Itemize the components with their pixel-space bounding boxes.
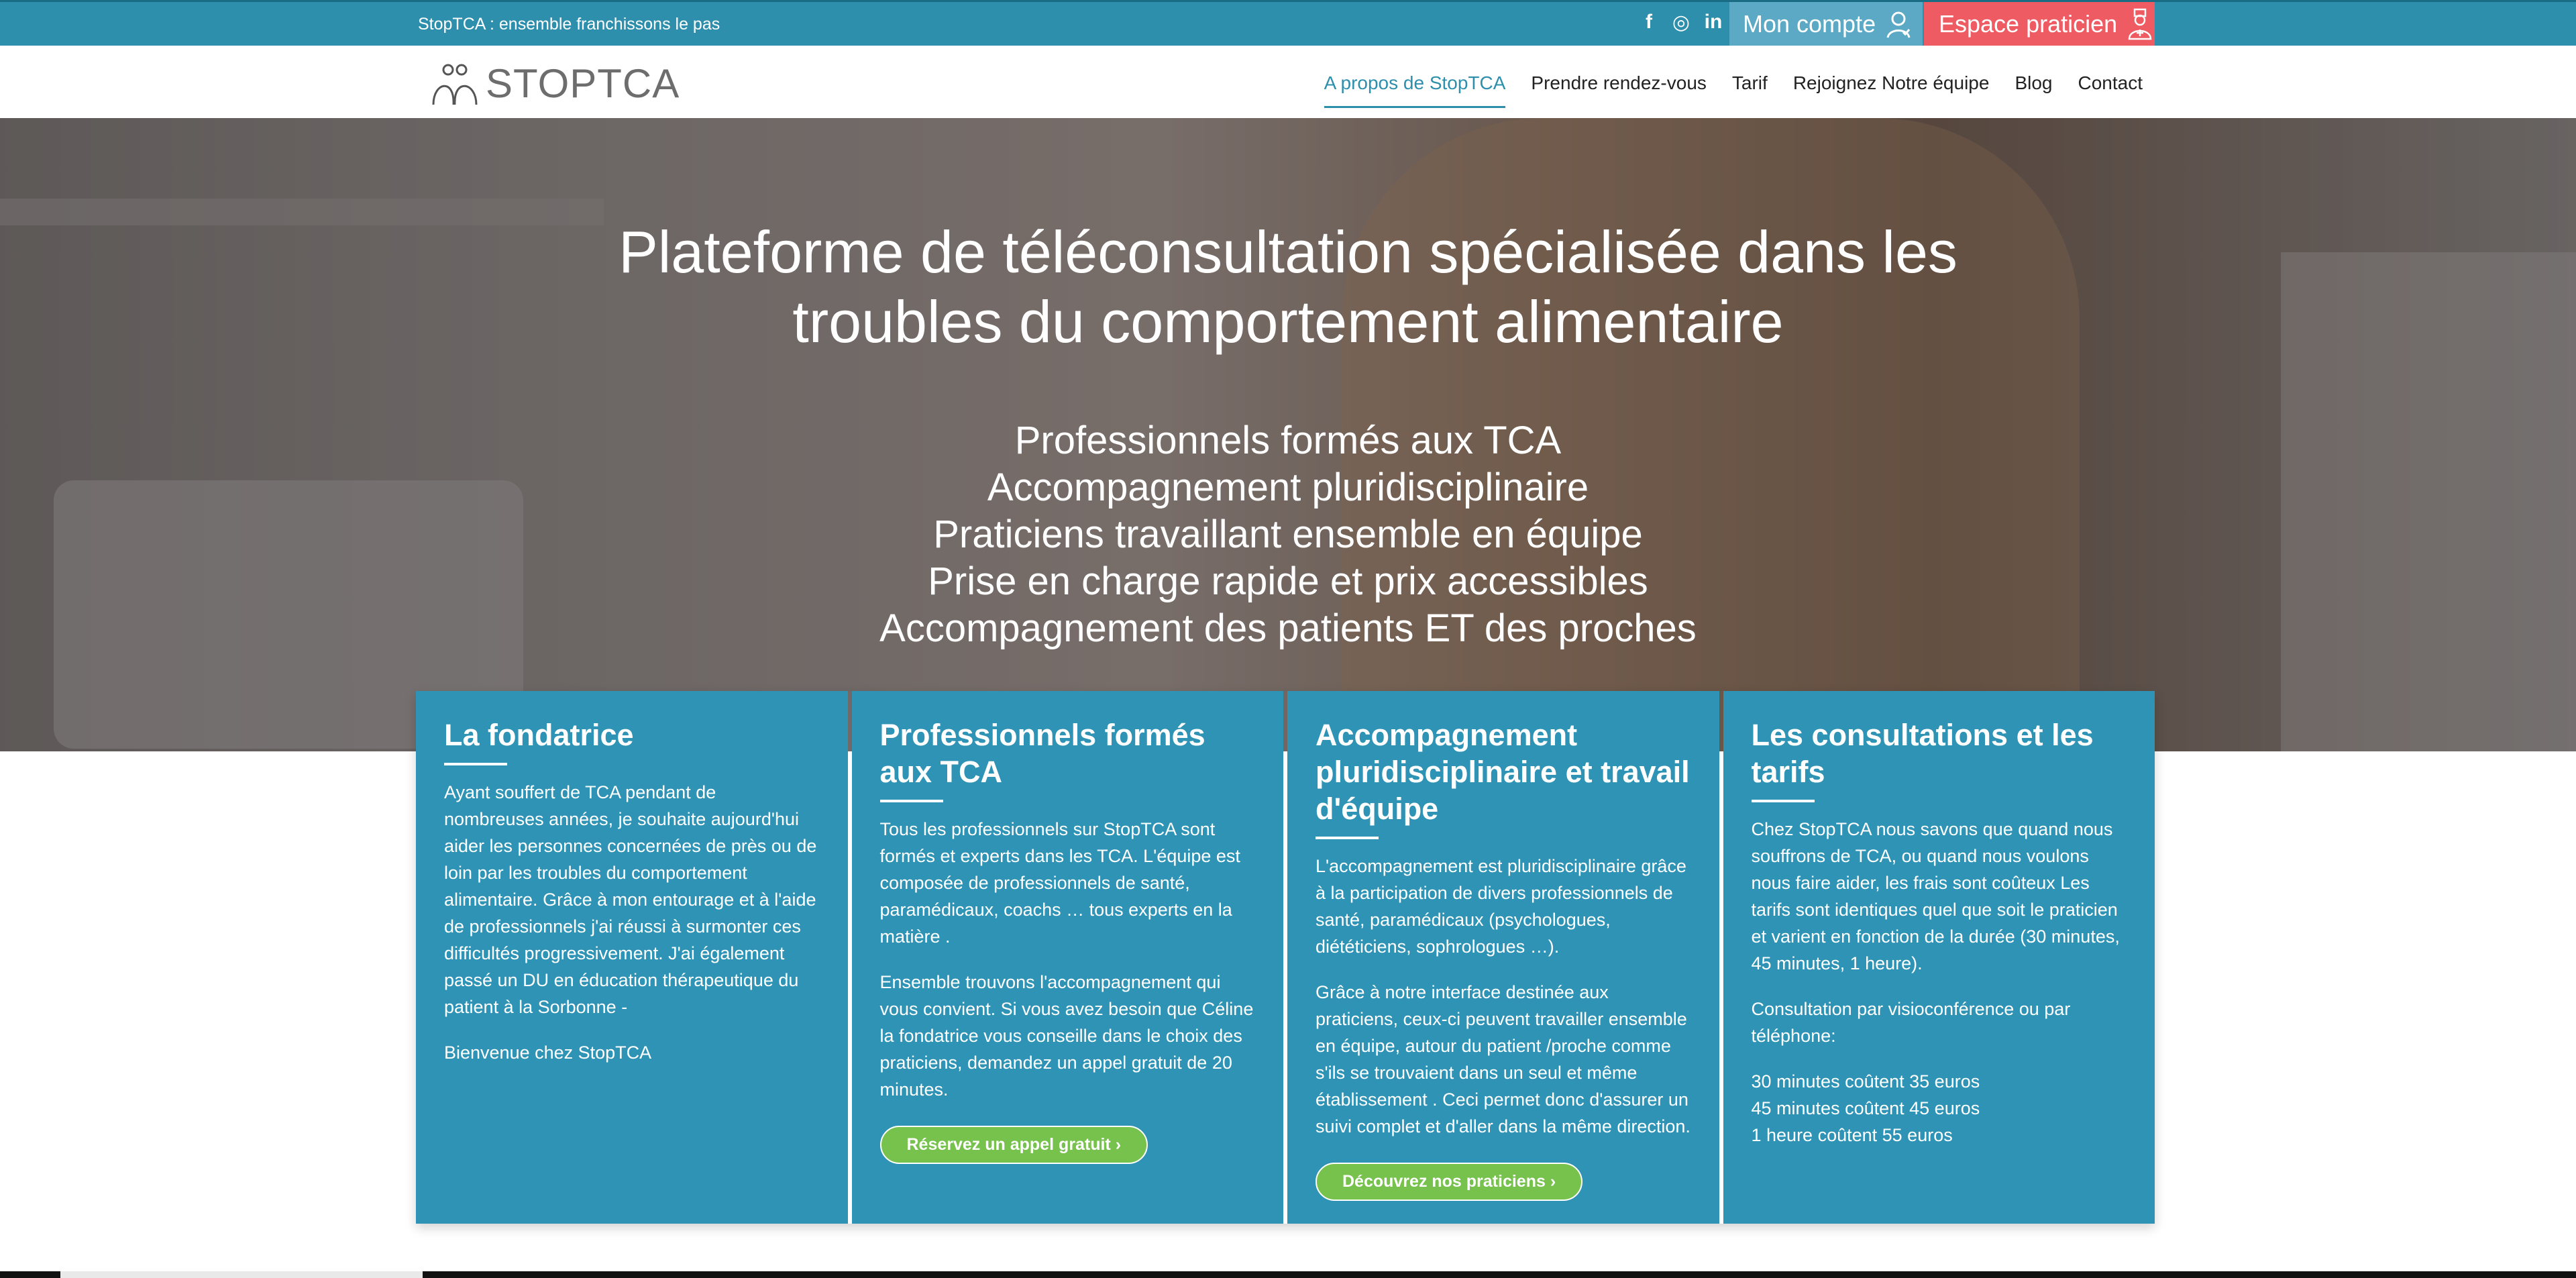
price-line: 30 minutes coûtent 35 euros xyxy=(1751,1071,1980,1091)
hero-title-line1: Plateforme de téléconsultation spécialis… xyxy=(619,219,1957,285)
nav-item-contact[interactable]: Contact xyxy=(2078,70,2143,108)
scrollbar-thumb[interactable] xyxy=(60,1271,423,1278)
title-underline xyxy=(1316,837,1379,839)
card-founder: La fondatrice Ayant souffert de TCA pend… xyxy=(416,691,848,1224)
site-header: STOPTCA A propos de StopTCA Prendre rend… xyxy=(0,46,2576,118)
hero-bullet: Accompagnement des patients ET des proch… xyxy=(879,606,1697,650)
nav-item-about[interactable]: A propos de StopTCA xyxy=(1324,70,1506,108)
hero-bullets: Professionnels formés aux TCA Accompagne… xyxy=(0,417,2576,652)
instagram-icon[interactable]: ◎ xyxy=(1669,10,1693,34)
hero-bullet: Prise en charge rapide et prix accessibl… xyxy=(928,560,1648,603)
card-multidisciplinary: Accompagnement pluridisciplinaire et tra… xyxy=(1287,691,1719,1224)
doctor-icon xyxy=(2128,8,2152,40)
main-nav: A propos de StopTCA Prendre rendez-vous … xyxy=(1324,70,2143,108)
title-underline xyxy=(879,800,943,802)
card-pricing: Les consultations et les tarifs Chez Sto… xyxy=(1723,691,2155,1224)
discover-practitioners-button[interactable]: Découvrez nos praticiens › xyxy=(1316,1163,1583,1201)
card-title: Professionnels formés aux TCA xyxy=(879,718,1205,789)
card-text: Ayant souffert de TCA pendant de nombreu… xyxy=(444,782,817,1017)
site-tagline: StopTCA : ensemble franchissons le pas xyxy=(418,15,720,34)
card-title: La fondatrice xyxy=(444,718,634,752)
title-underline xyxy=(444,763,507,765)
hero-bullet: Professionnels formés aux TCA xyxy=(1014,419,1562,462)
my-account-label: Mon compte xyxy=(1743,9,1876,38)
linkedin-icon[interactable]: in xyxy=(1701,10,1725,34)
user-icon xyxy=(1886,11,1911,38)
hero-bullet: Praticiens travaillant ensemble en équip… xyxy=(933,513,1643,556)
card-text: Bienvenue chez StopTCA xyxy=(444,1043,652,1063)
book-free-call-button[interactable]: Réservez un appel gratuit › xyxy=(879,1126,1148,1164)
logo-text: STOPTCA xyxy=(486,61,680,106)
hero-title-line2: troubles du comportement alimentaire xyxy=(792,288,1784,355)
card-title: Les consultations et les tarifs xyxy=(1751,718,2094,789)
card-trained-professionals: Professionnels formés aux TCA Tous les p… xyxy=(851,691,1283,1224)
nav-item-join-team[interactable]: Rejoignez Notre équipe xyxy=(1793,70,1990,108)
price-line: 1 heure coûtent 55 euros xyxy=(1751,1125,1953,1145)
logo-mark-icon xyxy=(432,64,478,105)
top-bar: StopTCA : ensemble franchissons le pas f… xyxy=(0,0,2576,46)
practitioner-space-label: Espace praticien xyxy=(1939,9,2118,38)
nav-item-blog[interactable]: Blog xyxy=(2015,70,2052,108)
card-title: Accompagnement pluridisciplinaire et tra… xyxy=(1316,718,1690,826)
card-text: Grâce à notre interface destinée aux pra… xyxy=(1316,982,1690,1136)
feature-cards: La fondatrice Ayant souffert de TCA pend… xyxy=(416,691,2155,1224)
site-logo[interactable]: STOPTCA xyxy=(428,60,680,107)
card-text: L'accompagnement est pluridisciplinaire … xyxy=(1316,856,1686,957)
window-bottom-strip xyxy=(0,1271,2576,1278)
card-text: Ensemble trouvons l'accompagnement qui v… xyxy=(879,972,1254,1100)
price-line: 45 minutes coûtent 45 euros xyxy=(1751,1098,1980,1118)
practitioner-space-button[interactable]: Espace praticien xyxy=(1924,2,2155,46)
hero-bullet: Accompagnement pluridisciplinaire xyxy=(987,466,1589,509)
nav-item-pricing[interactable]: Tarif xyxy=(1732,70,1768,108)
card-text: Consultation par visioconférence ou par … xyxy=(1751,999,2071,1046)
facebook-icon[interactable]: f xyxy=(1637,10,1661,34)
hero-title: Plateforme de téléconsultation spécialis… xyxy=(0,217,2576,357)
hero-banner: Plateforme de téléconsultation spécialis… xyxy=(0,118,2576,751)
my-account-button[interactable]: Mon compte xyxy=(1729,2,1923,46)
title-underline xyxy=(1751,800,1815,802)
card-text: Tous les professionnels sur StopTCA sont… xyxy=(879,819,1240,947)
social-links: f ◎ in xyxy=(1637,10,1725,34)
card-text: Chez StopTCA nous savons que quand nous … xyxy=(1751,819,2120,973)
nav-item-appointment[interactable]: Prendre rendez-vous xyxy=(1531,70,1706,108)
